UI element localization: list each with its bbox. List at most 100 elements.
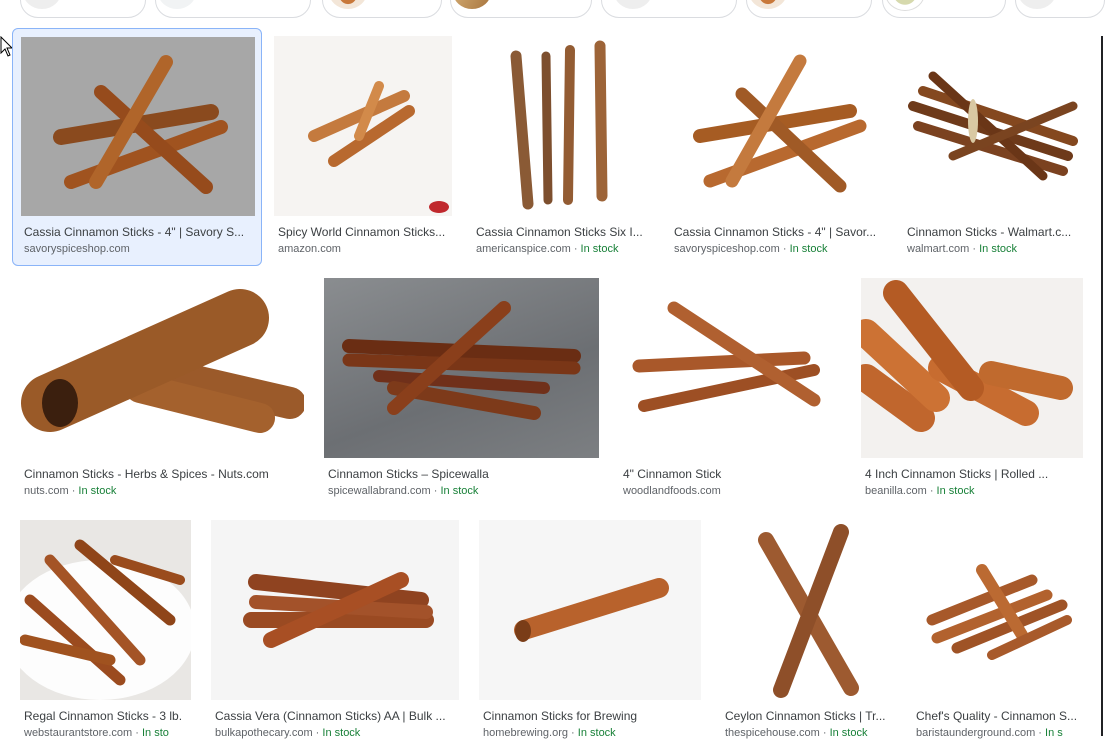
image-result-card[interactable]: Regal Cinnamon Sticks - 3 lb. webstauran… xyxy=(20,520,191,739)
result-thumbnail[interactable] xyxy=(619,278,841,458)
related-chip[interactable] xyxy=(20,0,146,18)
stock-status: In stock xyxy=(979,243,1018,255)
related-chip[interactable] xyxy=(601,0,737,18)
result-thumbnail[interactable] xyxy=(20,520,191,700)
result-title[interactable]: Cassia Vera (Cinnamon Sticks) AA | Bulk … xyxy=(215,708,459,724)
result-thumbnail[interactable] xyxy=(912,520,1083,700)
result-thumbnail[interactable] xyxy=(21,37,255,216)
stock-status: In stock xyxy=(580,243,619,255)
chip-thumbnail xyxy=(614,0,652,9)
source-domain: americanspice.com xyxy=(476,243,571,255)
image-result-card[interactable]: Cassia Cinnamon Sticks Six I... american… xyxy=(472,36,650,266)
result-source: amazon.com xyxy=(278,242,450,256)
image-result-card[interactable]: 4" Cinnamon Stick woodlandfoods.com xyxy=(619,278,841,508)
separator: · xyxy=(1035,727,1046,739)
result-source: thespicehouse.com · In stock xyxy=(725,726,892,740)
result-title[interactable]: Cinnamon Sticks - Herbs & Spices - Nuts.… xyxy=(24,466,304,482)
result-thumbnail[interactable] xyxy=(20,278,304,458)
related-chip[interactable] xyxy=(746,0,872,18)
separator: · xyxy=(969,243,980,255)
stock-status: In stock xyxy=(829,727,868,739)
source-domain: spicewallabrand.com xyxy=(328,485,431,497)
separator: · xyxy=(568,727,578,739)
result-source: homebrewing.org · In stock xyxy=(483,726,701,740)
result-source: spicewallabrand.com · In stock xyxy=(328,484,599,498)
related-chip[interactable] xyxy=(1015,0,1105,18)
result-source: woodlandfoods.com xyxy=(623,484,841,498)
image-result-card[interactable]: Cassia Cinnamon Sticks - 4" | Savor... s… xyxy=(670,36,883,266)
result-thumbnail[interactable] xyxy=(324,278,599,458)
image-result-card[interactable]: Cassia Vera (Cinnamon Sticks) AA | Bulk … xyxy=(211,520,459,739)
result-thumbnail[interactable] xyxy=(721,520,892,700)
result-title[interactable]: Cassia Cinnamon Sticks - 4" | Savory S..… xyxy=(24,224,254,240)
result-source: walmart.com · In stock xyxy=(907,242,1081,256)
result-thumbnail[interactable] xyxy=(211,520,459,700)
stock-status: In s xyxy=(1045,727,1063,739)
separator: · xyxy=(819,727,830,739)
result-source: beanilla.com · In stock xyxy=(865,484,1083,498)
stock-status: In stock xyxy=(577,727,616,739)
stock-status: In sto xyxy=(142,727,169,739)
result-title[interactable]: Chef's Quality - Cinnamon S... xyxy=(916,708,1083,724)
related-chip[interactable] xyxy=(155,0,311,18)
result-title[interactable]: Cassia Cinnamon Sticks Six I... xyxy=(476,224,648,240)
result-title[interactable]: Cinnamon Sticks - Walmart.c... xyxy=(907,224,1081,240)
image-result-card[interactable]: Cinnamon Sticks - Herbs & Spices - Nuts.… xyxy=(20,278,304,508)
source-domain: beanilla.com xyxy=(865,485,927,497)
result-title[interactable]: Regal Cinnamon Sticks - 3 lb. xyxy=(24,708,191,724)
result-thumbnail[interactable] xyxy=(861,278,1083,458)
source-domain: savoryspiceshop.com xyxy=(24,243,130,255)
image-result-card[interactable]: Cinnamon Sticks – Spicewalla spicewallab… xyxy=(324,278,599,508)
result-thumbnail[interactable] xyxy=(903,36,1083,216)
source-domain: homebrewing.org xyxy=(483,727,568,739)
result-title[interactable]: 4" Cinnamon Stick xyxy=(623,466,841,482)
chip-thumbnail xyxy=(1018,0,1056,9)
stock-status: In stock xyxy=(936,485,975,497)
separator: · xyxy=(312,727,323,739)
image-result-card[interactable]: Ceylon Cinnamon Sticks | Tr... thespiceh… xyxy=(721,520,892,739)
result-title[interactable]: Spicy World Cinnamon Sticks... xyxy=(278,224,450,240)
result-thumbnail[interactable] xyxy=(479,520,701,700)
result-title[interactable]: Cassia Cinnamon Sticks - 4" | Savor... xyxy=(674,224,881,240)
separator: · xyxy=(926,485,937,497)
stock-status: In stock xyxy=(322,727,361,739)
chip-thumbnail xyxy=(749,0,787,9)
separator: · xyxy=(68,485,79,497)
result-thumbnail[interactable] xyxy=(274,36,452,216)
result-title[interactable]: Cinnamon Sticks for Brewing xyxy=(483,708,701,724)
result-thumbnail[interactable] xyxy=(670,36,883,216)
source-domain: nuts.com xyxy=(24,485,69,497)
source-domain: webstaurantstore.com xyxy=(24,727,133,739)
image-result-card[interactable]: Cassia Cinnamon Sticks - 4" | Savory S..… xyxy=(12,28,262,266)
chip-thumbnail xyxy=(329,0,367,9)
result-title[interactable]: Cinnamon Sticks – Spicewalla xyxy=(328,466,599,482)
separator: · xyxy=(779,243,790,255)
source-domain: baristaunderground.com xyxy=(916,727,1036,739)
source-domain: amazon.com xyxy=(278,243,341,255)
image-result-card[interactable]: 4 Inch Cinnamon Sticks | Rolled ... bean… xyxy=(861,278,1083,508)
stock-status: In stock xyxy=(789,243,828,255)
result-title[interactable]: Ceylon Cinnamon Sticks | Tr... xyxy=(725,708,892,724)
chip-thumbnail xyxy=(158,0,196,9)
result-source: baristaunderground.com · In s xyxy=(916,726,1083,740)
source-domain: walmart.com xyxy=(907,243,970,255)
image-result-card[interactable]: Cinnamon Sticks - Walmart.c... walmart.c… xyxy=(903,36,1083,266)
image-result-card[interactable]: Chef's Quality - Cinnamon S... baristaun… xyxy=(912,520,1083,739)
result-thumbnail[interactable] xyxy=(472,36,650,216)
related-chip[interactable] xyxy=(450,0,592,18)
result-source: savoryspiceshop.com xyxy=(24,242,254,256)
separator: · xyxy=(132,727,142,739)
image-result-card[interactable]: Spicy World Cinnamon Sticks... amazon.co… xyxy=(274,36,452,266)
related-chip[interactable] xyxy=(322,0,442,18)
stock-status: In stock xyxy=(440,485,479,497)
chip-thumbnail xyxy=(23,0,61,9)
result-source: savoryspiceshop.com · In stock xyxy=(674,242,881,256)
source-domain: bulkapothecary.com xyxy=(215,727,313,739)
image-result-card[interactable]: Cinnamon Sticks for Brewing homebrewing.… xyxy=(479,520,701,739)
separator: · xyxy=(570,243,581,255)
result-source: americanspice.com · In stock xyxy=(476,242,648,256)
scrollbar-edge xyxy=(1101,36,1103,736)
separator: · xyxy=(430,485,441,497)
related-chip[interactable] xyxy=(882,0,1006,18)
result-title[interactable]: 4 Inch Cinnamon Sticks | Rolled ... xyxy=(865,466,1083,482)
